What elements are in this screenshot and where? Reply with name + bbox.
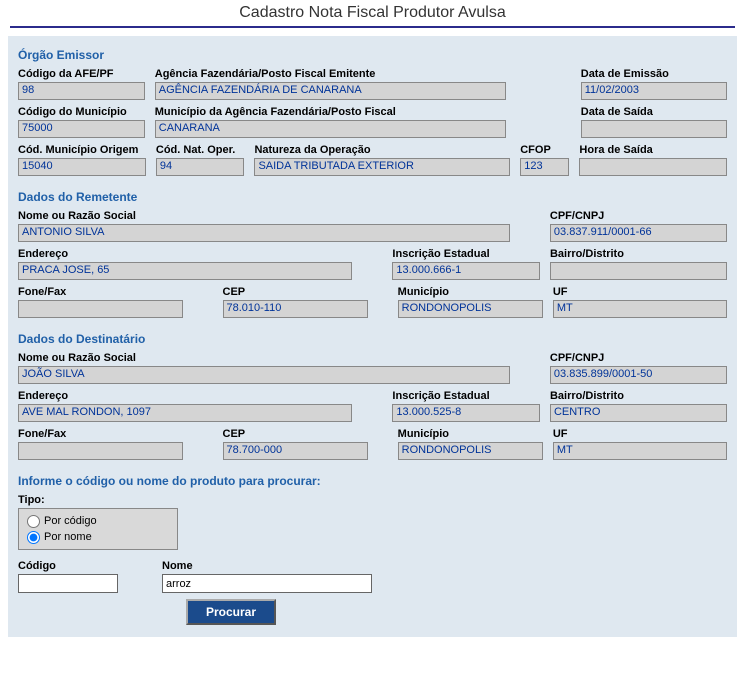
remetente-section-title: Dados do Remetente — [18, 190, 727, 204]
remetente-inscricao-value: 13.000.666-1 — [392, 262, 540, 280]
cod-municipio-origem-label: Cód. Município Origem — [18, 144, 146, 156]
cod-nat-oper-value: 94 — [156, 158, 245, 176]
destinatario-uf-label: UF — [553, 428, 727, 440]
search-prompt: Informe o código ou nome do produto para… — [18, 474, 727, 488]
remetente-nome-value: ANTONIO SILVA — [18, 224, 510, 242]
remetente-bairro-value — [550, 262, 727, 280]
destinatario-nome-label: Nome ou Razão Social — [18, 352, 510, 364]
radio-por-codigo[interactable] — [27, 515, 40, 528]
destinatario-cpf-cnpj-label: CPF/CNPJ — [550, 352, 727, 364]
search-nome-input[interactable] — [162, 574, 372, 593]
destinatario-fone-label: Fone/Fax — [18, 428, 183, 440]
tipo-group: Por código Por nome — [18, 508, 178, 550]
remetente-endereco-value: PRACA JOSE, 65 — [18, 262, 352, 280]
remetente-fone-value — [18, 300, 183, 318]
data-saida-value — [581, 120, 727, 138]
codigo-afe-value: 98 — [18, 82, 145, 100]
destinatario-cpf-cnpj-value: 03.835.899/0001-50 — [550, 366, 727, 384]
remetente-cep-label: CEP — [223, 286, 368, 298]
remetente-endereco-label: Endereço — [18, 248, 352, 260]
destinatario-cep-label: CEP — [223, 428, 368, 440]
search-codigo-input[interactable] — [18, 574, 118, 593]
data-emissao-value: 11/02/2003 — [581, 82, 727, 100]
codigo-municipio-label: Código do Município — [18, 106, 145, 118]
remetente-cpf-cnpj-label: CPF/CNPJ — [550, 210, 727, 222]
radio-por-nome[interactable] — [27, 531, 40, 544]
emissor-section-title: Órgão Emissor — [18, 48, 727, 62]
destinatario-bairro-label: Bairro/Distrito — [550, 390, 727, 402]
hora-saida-value — [579, 158, 727, 176]
remetente-nome-label: Nome ou Razão Social — [18, 210, 510, 222]
remetente-inscricao-label: Inscrição Estadual — [392, 248, 540, 260]
main-form: Órgão Emissor Código da AFE/PF 98 Agênci… — [8, 36, 737, 637]
remetente-bairro-label: Bairro/Distrito — [550, 248, 727, 260]
cod-municipio-origem-value: 15040 — [18, 158, 146, 176]
destinatario-uf-value: MT — [553, 442, 727, 460]
destinatario-nome-value: JOÃO SILVA — [18, 366, 510, 384]
destinatario-fone-value — [18, 442, 183, 460]
cod-nat-oper-label: Cód. Nat. Oper. — [156, 144, 245, 156]
radio-por-nome-label: Por nome — [44, 531, 92, 543]
search-codigo-label: Código — [18, 560, 138, 572]
destinatario-inscricao-label: Inscrição Estadual — [392, 390, 540, 402]
codigo-afe-label: Código da AFE/PF — [18, 68, 145, 80]
data-saida-label: Data de Saída — [581, 106, 727, 118]
radio-por-codigo-label: Por código — [44, 515, 97, 527]
hora-saida-label: Hora de Saída — [579, 144, 727, 156]
natureza-operacao-label: Natureza da Operação — [254, 144, 510, 156]
remetente-municipio-label: Município — [398, 286, 543, 298]
cfop-value: 123 — [520, 158, 569, 176]
cfop-label: CFOP — [520, 144, 569, 156]
data-emissao-label: Data de Emissão — [581, 68, 727, 80]
destinatario-inscricao-value: 13.000.525-8 — [392, 404, 540, 422]
municipio-agencia-value: CANARANA — [155, 120, 506, 138]
destinatario-section-title: Dados do Destinatário — [18, 332, 727, 346]
agencia-emitente-value: AGÊNCIA FAZENDÁRIA DE CANARANA — [155, 82, 506, 100]
destinatario-cep-value: 78.700-000 — [223, 442, 368, 460]
procurar-button[interactable]: Procurar — [186, 599, 276, 625]
agencia-emitente-label: Agência Fazendária/Posto Fiscal Emitente — [155, 68, 506, 80]
remetente-cpf-cnpj-value: 03.837.911/0001-66 — [550, 224, 727, 242]
remetente-municipio-value: RONDONOPOLIS — [398, 300, 543, 318]
remetente-cep-value: 78.010-110 — [223, 300, 368, 318]
remetente-fone-label: Fone/Fax — [18, 286, 183, 298]
tipo-label: Tipo: — [18, 494, 727, 506]
natureza-operacao-value: SAIDA TRIBUTADA EXTERIOR — [254, 158, 510, 176]
page-title: Cadastro Nota Fiscal Produtor Avulsa — [10, 0, 735, 28]
destinatario-endereco-label: Endereço — [18, 390, 352, 402]
destinatario-municipio-label: Município — [398, 428, 543, 440]
remetente-uf-label: UF — [553, 286, 727, 298]
destinatario-endereco-value: AVE MAL RONDON, 1097 — [18, 404, 352, 422]
codigo-municipio-value: 75000 — [18, 120, 145, 138]
destinatario-bairro-value: CENTRO — [550, 404, 727, 422]
search-nome-label: Nome — [162, 560, 402, 572]
destinatario-municipio-value: RONDONOPOLIS — [398, 442, 543, 460]
municipio-agencia-label: Município da Agência Fazendária/Posto Fi… — [155, 106, 506, 118]
remetente-uf-value: MT — [553, 300, 727, 318]
